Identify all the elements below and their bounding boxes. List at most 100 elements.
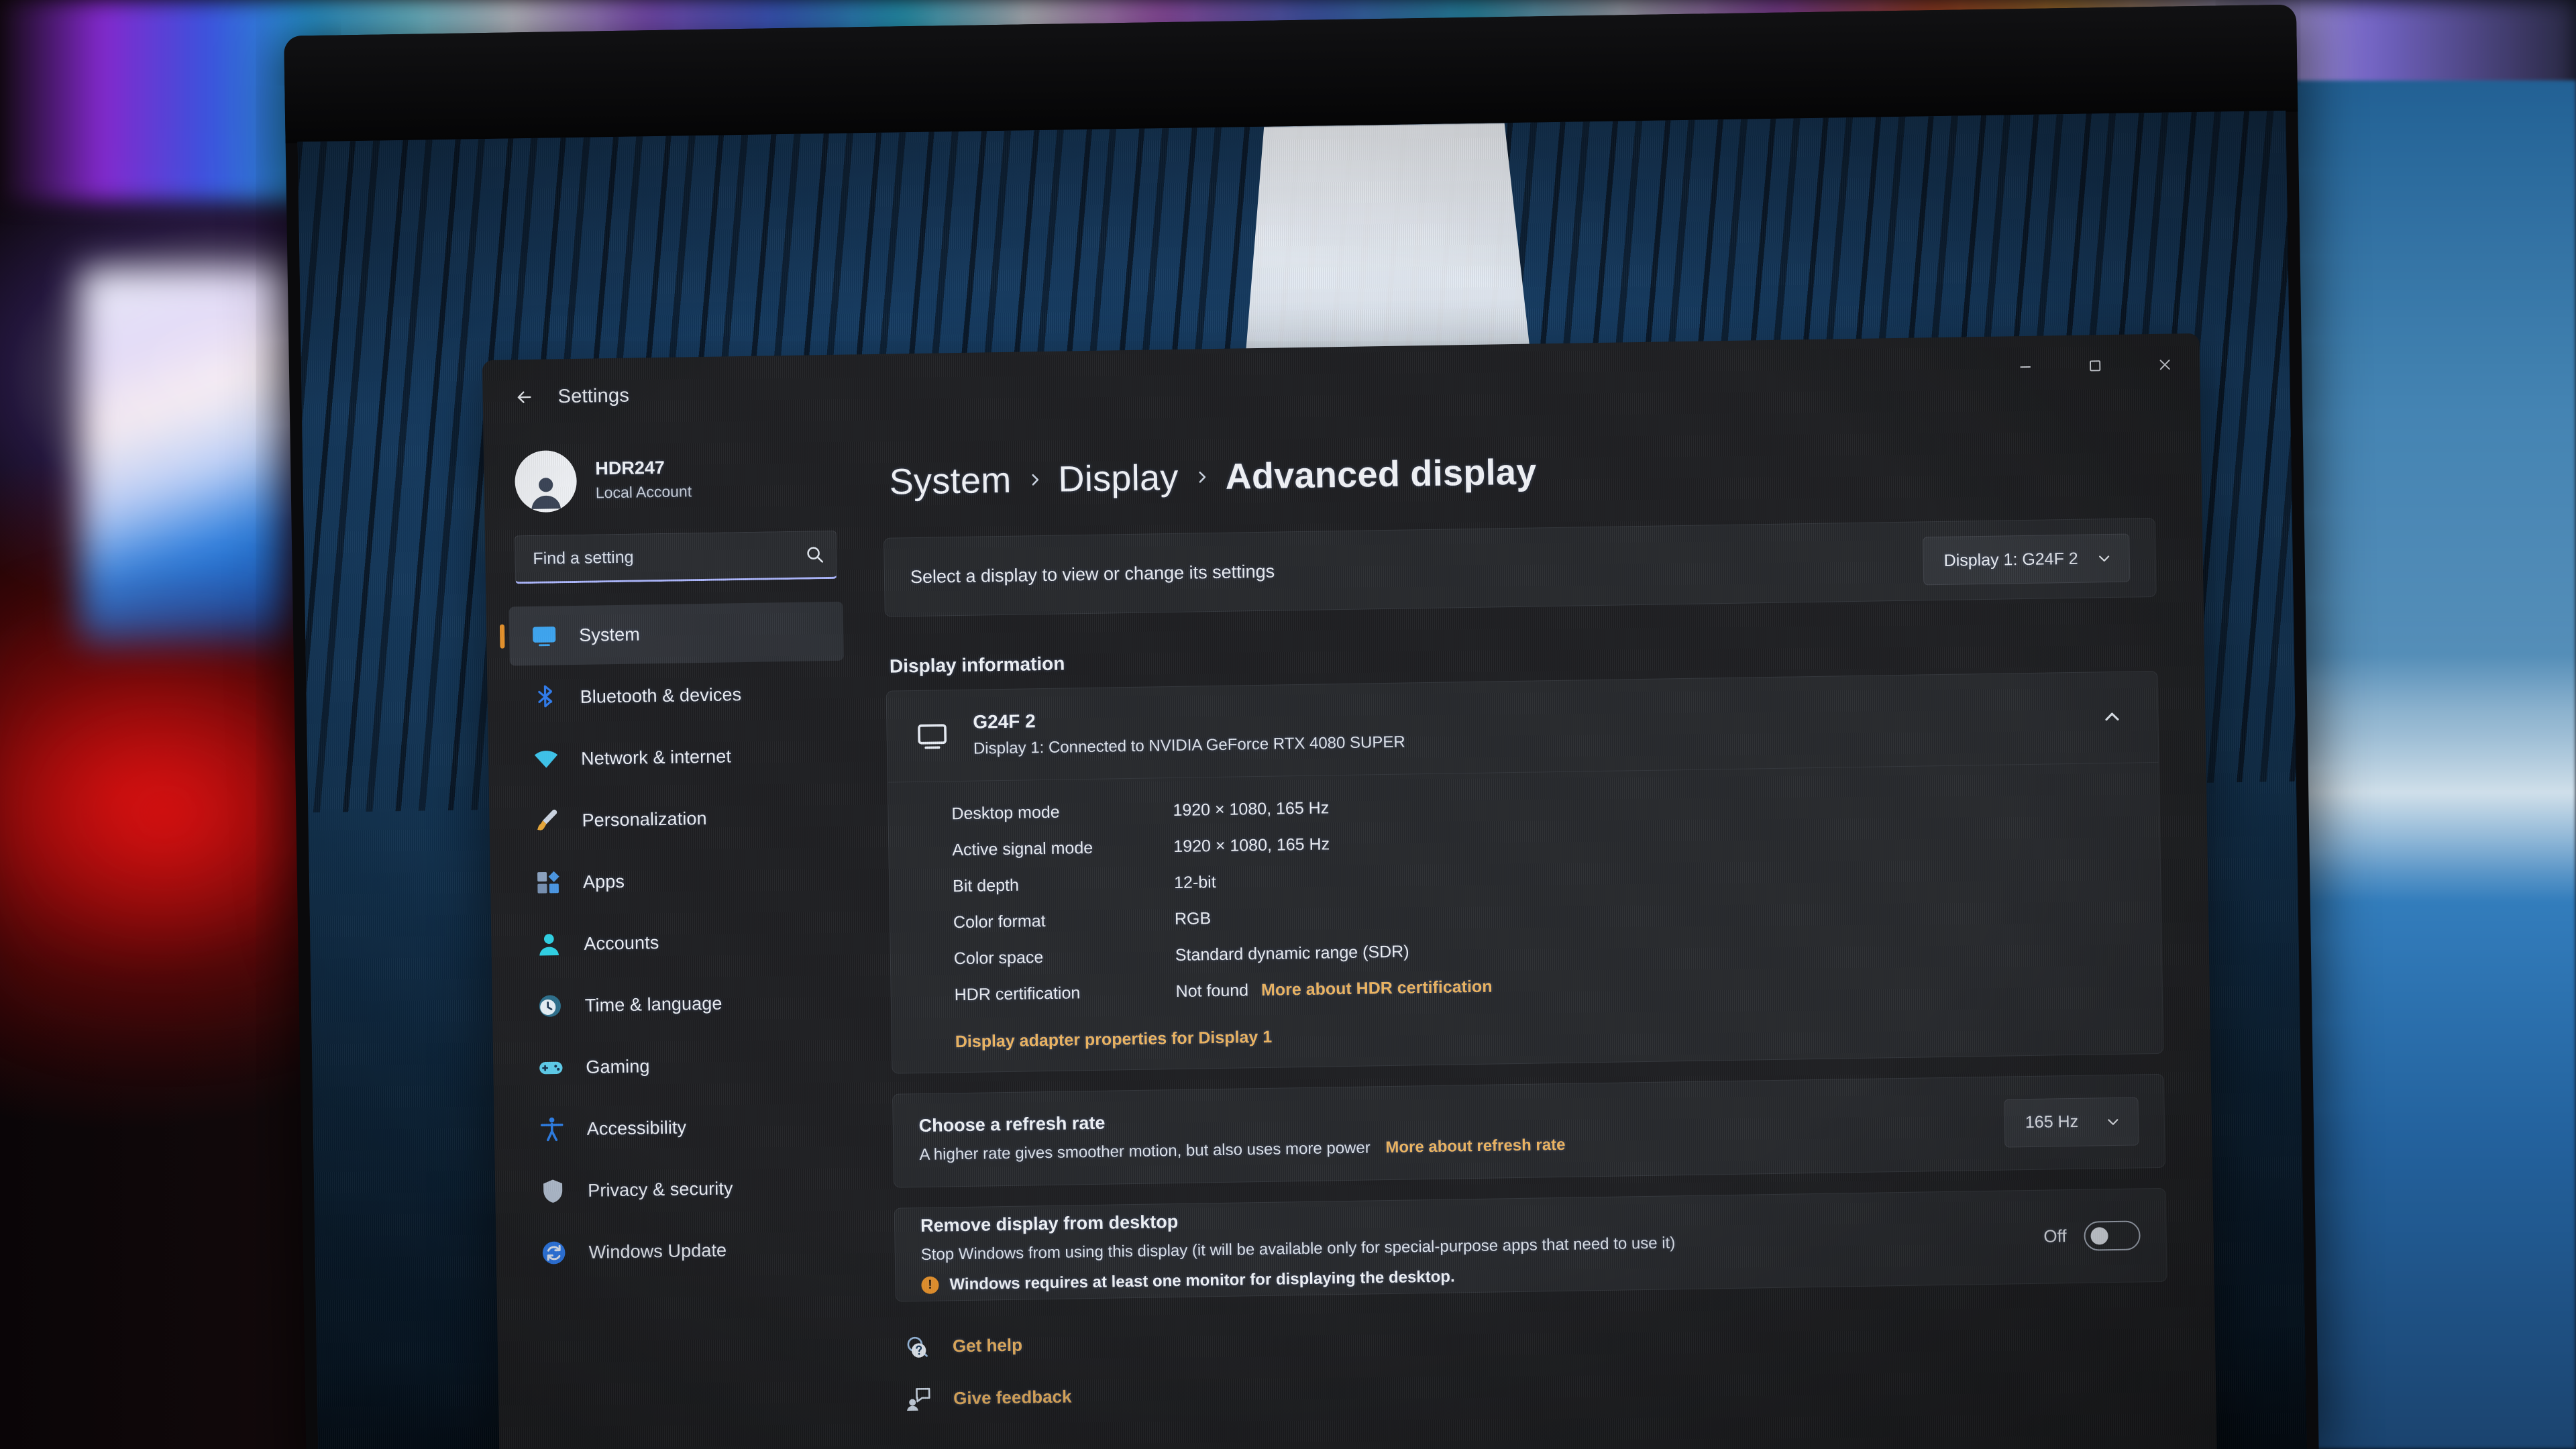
monitor-icon-wrap (912, 716, 952, 756)
main-content: System Display Advanced display Select a… (859, 407, 2217, 1449)
warning-icon: ! (921, 1276, 939, 1294)
maximize-icon (2090, 360, 2101, 372)
accessibility-icon (540, 1117, 564, 1142)
search-icon (807, 547, 824, 563)
display-selector-label: Select a display to view or change its s… (910, 561, 1275, 587)
monitor-icon (918, 724, 947, 749)
monitor-icon (533, 627, 556, 647)
display-info-key: Color space (953, 947, 1044, 968)
display-info-value: 1920 × 1080, 165 Hz (1173, 835, 1330, 856)
remove-display-description: Stop Windows from using this display (it… (920, 1234, 1676, 1265)
get-help-icon (907, 1336, 928, 1358)
sidebar-item-network-internet[interactable]: Network & internet (511, 725, 845, 790)
sidebar-item-label: Privacy & security (587, 1177, 733, 1201)
breadcrumb-item: Advanced display (1225, 451, 1538, 497)
sidebar-item-label: System (578, 623, 641, 645)
remove-display-warning: ! Windows requires at least one monitor … (921, 1264, 1676, 1295)
get-help-icon-wrap (903, 1332, 933, 1362)
paintbrush-icon-wrap (531, 804, 564, 837)
refresh-rate-dropdown[interactable]: 165 Hz (2004, 1097, 2139, 1148)
sidebar-item-label: Apps (582, 871, 625, 892)
close-button[interactable] (2129, 333, 2200, 396)
remove-display-toggle[interactable] (2084, 1220, 2141, 1251)
back-arrow-icon (517, 391, 531, 403)
display-information-body: Desktop mode 1920 × 1080, 165 Hz Active si… (888, 761, 2163, 1073)
remove-display-warning-text: Windows requires at least one monitor fo… (949, 1267, 1455, 1293)
apps-icon (537, 871, 559, 894)
give-feedback-icon (907, 1387, 930, 1411)
sidebar-item-accounts[interactable]: Accounts (514, 910, 849, 975)
display-information-heading: Display information (889, 653, 1065, 677)
clock-icon-wrap (534, 989, 567, 1022)
sidebar-item-bluetooth-devices[interactable]: Bluetooth & devices (510, 663, 845, 728)
chevron-down-icon (2108, 1118, 2118, 1125)
chevron-right-icon (1032, 474, 1039, 486)
remove-display-card: Remove display from desktop Stop Windows… (894, 1187, 2167, 1302)
sidebar-item-accessibility[interactable]: Accessibility (517, 1095, 851, 1160)
sidebar-item-label: Network & internet (580, 745, 732, 769)
collapse-toggle[interactable] (2092, 697, 2133, 738)
display-adapter-link[interactable]: Display adapter properties for Display 1 (955, 1014, 2137, 1052)
hdr-certification-link[interactable]: More about HDR certification (1261, 977, 1493, 999)
monitor: Settings HDR247 Local Account Find a set… (284, 4, 2319, 1449)
monitor-panel: Settings HDR247 Local Account Find a set… (297, 110, 2307, 1449)
remove-display-toggle-label: Off (2043, 1226, 2067, 1246)
app-title: Settings (557, 384, 630, 408)
sidebar-item-time-language[interactable]: Time & language (515, 972, 849, 1036)
sidebar-item-label: Bluetooth & devices (580, 684, 742, 707)
update-icon-wrap (537, 1236, 570, 1269)
wifi-icon-wrap (530, 743, 563, 775)
avatar (514, 449, 578, 513)
display-info-value: 12-bit (1173, 872, 1216, 892)
minimize-icon (2020, 366, 2031, 368)
monitor-name: G24F 2 (973, 710, 1036, 733)
accessibility-icon-wrap (535, 1113, 568, 1146)
display-information-card: G24F 2 Display 1: Connected to NVIDIA Ge… (885, 670, 2164, 1074)
footer-link-label: Get help (952, 1334, 1023, 1356)
photo-scene: Settings HDR247 Local Account Find a set… (0, 0, 2576, 1449)
chevron-down-icon (2099, 555, 2110, 562)
search-input[interactable] (515, 545, 794, 569)
display-selector-dropdown[interactable]: Display 1: G24F 2 (1923, 533, 2131, 586)
sidebar-item-label: Gaming (586, 1055, 650, 1077)
account-block[interactable]: HDR247 Local Account (506, 429, 841, 536)
breadcrumb-item[interactable]: Display (1058, 457, 1179, 500)
sidebar: HDR247 Local Account Find a setting Syst… (484, 428, 876, 1449)
refresh-rate-link[interactable]: More about refresh rate (1385, 1136, 1565, 1157)
gamepad-icon-wrap (535, 1051, 568, 1084)
give-feedback-icon-wrap (904, 1385, 934, 1415)
remove-display-title: Remove display from desktop (920, 1212, 1179, 1236)
display-info-value-wrap: Not found More about HDR certification (1175, 977, 1492, 1001)
sidebar-item-personalization[interactable]: Personalization (512, 787, 847, 851)
sidebar-item-label: Accessibility (586, 1116, 687, 1139)
sidebar-item-label: Personalization (582, 808, 707, 830)
paintbrush-icon (537, 809, 557, 830)
shield-icon (543, 1179, 563, 1203)
refresh-rate-description: A higher rate gives smoother motion, but… (919, 1138, 1371, 1165)
wifi-icon (534, 751, 558, 768)
breadcrumb-separator (1026, 468, 1044, 491)
apps-icon-wrap (532, 866, 565, 899)
sidebar-item-gaming[interactable]: Gaming (516, 1034, 851, 1098)
display-info-value: Standard dynamic range (SDR) (1175, 942, 1409, 965)
display-info-key: Active signal mode (952, 838, 1093, 859)
display-info-value: 1920 × 1080, 165 Hz (1173, 798, 1330, 820)
breadcrumb-item[interactable]: System (889, 460, 1012, 503)
minimize-button[interactable] (1990, 335, 2060, 398)
give-feedback-link[interactable]: Give feedback (904, 1365, 2169, 1415)
sidebar-item-system[interactable]: System (508, 601, 844, 666)
sidebar-nav: System Bluetooth & devices Network & int… (508, 601, 854, 1283)
back-button[interactable] (506, 380, 542, 415)
sidebar-item-apps[interactable]: Apps (513, 849, 847, 913)
search-box[interactable] (514, 530, 837, 584)
display-info-key: Desktop mode (951, 802, 1060, 823)
account-icon-wrap (533, 928, 566, 961)
sidebar-item-windows-update[interactable]: Windows Update (519, 1219, 853, 1283)
user-avatar-icon (531, 478, 561, 509)
get-help-link[interactable]: Get help (903, 1313, 2168, 1362)
maximize-button[interactable] (2059, 335, 2130, 398)
sidebar-item-privacy-security[interactable]: Privacy & security (518, 1157, 853, 1222)
refresh-rate-title: Choose a refresh rate (918, 1112, 1106, 1136)
bluetooth-icon (538, 685, 553, 708)
sidebar-item-label: Windows Update (588, 1240, 727, 1263)
